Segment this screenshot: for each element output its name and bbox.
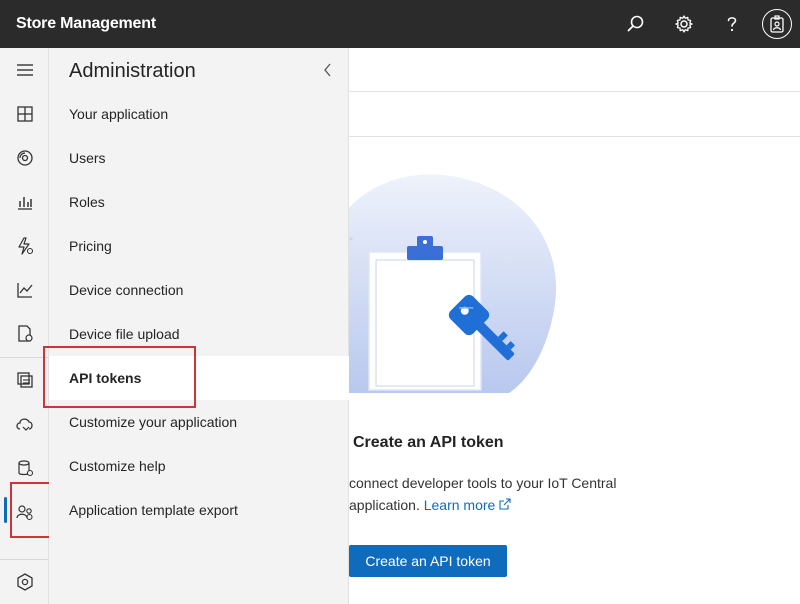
search-icon[interactable]	[612, 0, 660, 48]
api-tokens-highlight	[43, 346, 196, 408]
device-groups-icon[interactable]	[0, 180, 49, 224]
menu-icon[interactable]	[0, 48, 49, 92]
api-token-illustration	[349, 174, 557, 393]
rules-icon[interactable]	[0, 224, 49, 268]
panel-title: Administration	[69, 60, 196, 82]
help-icon[interactable]	[708, 0, 756, 48]
device-templates-icon[interactable]	[0, 358, 49, 402]
iot-central-icon[interactable]	[0, 560, 49, 604]
create-api-token-button[interactable]: Create an API token	[349, 545, 507, 577]
chevron-left-icon[interactable]	[318, 60, 338, 80]
header-divider	[349, 91, 800, 92]
nav-item-application-template-export[interactable]: Application template export	[49, 488, 349, 532]
learn-more-link[interactable]: Learn more	[424, 497, 496, 513]
account-icon[interactable]	[762, 9, 792, 39]
nav-item-users[interactable]: Users	[49, 136, 349, 180]
devices-icon[interactable]	[0, 136, 49, 180]
top-icons	[612, 0, 800, 48]
toolbar-divider	[349, 136, 800, 137]
nav-item-your-application[interactable]: Your application	[49, 92, 349, 136]
data-export-icon[interactable]	[0, 402, 49, 446]
nav-item-pricing[interactable]: Pricing	[49, 224, 349, 268]
jobs-icon[interactable]	[0, 312, 49, 356]
dashboard-icon[interactable]	[0, 92, 49, 136]
analytics-icon[interactable]	[0, 268, 49, 312]
empty-state-description: connect developer tools to your IoT Cent…	[349, 472, 649, 516]
empty-state-heading: Create an API token	[353, 434, 504, 451]
external-link-icon[interactable]	[499, 498, 511, 510]
nav-item-customize-help[interactable]: Customize help	[49, 444, 349, 488]
app-title[interactable]: Store Management	[16, 15, 156, 33]
settings-icon[interactable]	[660, 0, 708, 48]
nav-item-roles[interactable]: Roles	[49, 180, 349, 224]
nav-item-device-connection[interactable]: Device connection	[49, 268, 349, 312]
top-bar: Store Management	[0, 0, 800, 48]
main-content: Create an API token connect developer to…	[349, 48, 800, 604]
administration-panel: Administration Your application Users Ro…	[49, 48, 349, 604]
